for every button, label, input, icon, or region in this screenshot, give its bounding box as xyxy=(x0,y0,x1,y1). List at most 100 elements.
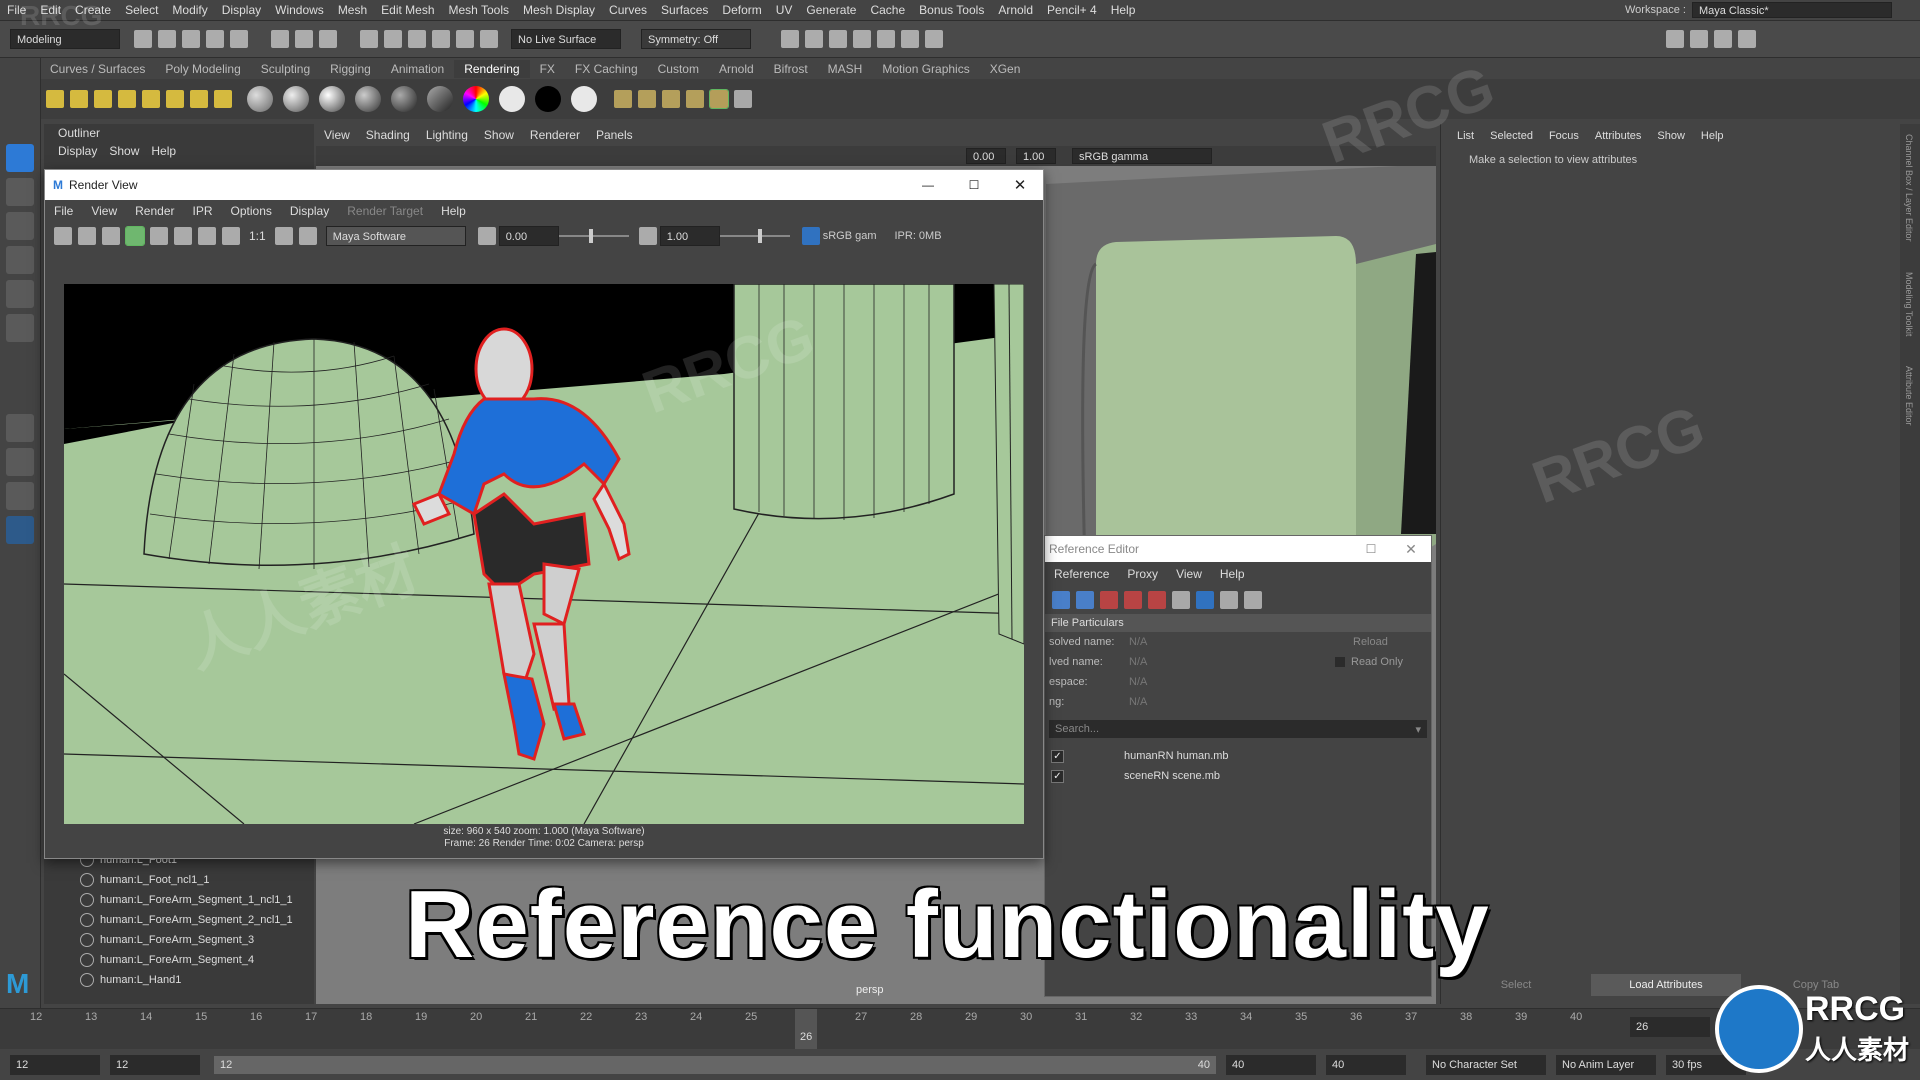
render-settings-icon[interactable] xyxy=(781,30,799,48)
renderer-dropdown[interactable]: Maya Software xyxy=(325,226,466,246)
render-region-icon[interactable] xyxy=(686,90,704,108)
render-pass-icon[interactable] xyxy=(662,90,680,108)
scale-tool-icon[interactable] xyxy=(6,314,34,342)
menu-item-mesh-tools[interactable]: Mesh Tools xyxy=(442,0,516,20)
end-time-field[interactable]: 40 xyxy=(1326,1055,1406,1075)
exposure-slider[interactable] xyxy=(558,229,629,243)
viewport-menu-show[interactable]: Show xyxy=(476,124,522,146)
select-component-icon[interactable] xyxy=(319,30,337,48)
channel-menu-focus[interactable]: Focus xyxy=(1541,130,1587,142)
layout-icon-2[interactable] xyxy=(1690,30,1708,48)
channel-box-side-tab[interactable]: Channel Box / Layer Editor xyxy=(1904,134,1914,242)
menu-item-windows[interactable]: Windows xyxy=(268,0,331,20)
channel-menu-help[interactable]: Help xyxy=(1693,130,1732,142)
pause-ipr-icon[interactable] xyxy=(925,30,943,48)
menu-item-pencil-4[interactable]: Pencil+ 4 xyxy=(1040,0,1104,20)
read-only-checkbox[interactable]: Read Only xyxy=(1335,656,1403,668)
menu-item-bonus-tools[interactable]: Bonus Tools xyxy=(912,0,991,20)
snap-view-icon[interactable] xyxy=(432,30,450,48)
outliner-menu-display[interactable]: Display xyxy=(52,144,103,158)
paint-select-tool-icon[interactable] xyxy=(6,212,34,240)
current-time-marker[interactable] xyxy=(795,1009,817,1049)
render-view-icon[interactable] xyxy=(805,30,823,48)
gamma-slider[interactable] xyxy=(719,229,790,243)
select-button[interactable]: Select xyxy=(1441,979,1591,991)
playback-end-field[interactable]: 40 xyxy=(1226,1055,1316,1075)
two-view-layout-icon[interactable] xyxy=(6,482,34,510)
shelf-tab-poly-modeling[interactable]: Poly Modeling xyxy=(155,60,250,78)
viewport-gamma-field[interactable]: 1.00 xyxy=(1016,148,1056,164)
render-sequence-icon[interactable] xyxy=(901,30,919,48)
viewport-menu-lighting[interactable]: Lighting xyxy=(418,124,476,146)
namespace-view-icon[interactable] xyxy=(1244,591,1262,609)
render-diagnostics-icon[interactable] xyxy=(734,90,752,108)
exposure-field[interactable]: 0.00 xyxy=(498,226,559,246)
outliner-item[interactable]: human:L_Foot_ncl1_1 xyxy=(80,870,310,890)
layered-shader-icon[interactable] xyxy=(427,86,453,112)
playback-start-field[interactable]: 12 xyxy=(110,1055,200,1075)
viewport-menu-panels[interactable]: Panels xyxy=(588,124,641,146)
shelf-tab-fx[interactable]: FX xyxy=(530,60,565,78)
workspace-dropdown[interactable]: Maya Classic* xyxy=(1691,2,1892,18)
snap-curve-icon[interactable] xyxy=(384,30,402,48)
ratio-button[interactable]: 1:1 xyxy=(249,229,266,243)
menu-item-uv[interactable]: UV xyxy=(769,0,800,20)
snapshot-icon[interactable] xyxy=(102,227,120,245)
lambert-material-icon[interactable] xyxy=(283,86,309,112)
shelf-tab-curves-surfaces[interactable]: Curves / Surfaces xyxy=(40,60,155,78)
current-frame-field[interactable]: 26 xyxy=(1630,1017,1710,1037)
duplicate-reference-icon[interactable] xyxy=(1172,591,1190,609)
layout-icon-1[interactable] xyxy=(1666,30,1684,48)
anisotropic-material-icon[interactable] xyxy=(391,86,417,112)
modeling-toolkit-side-tab[interactable]: Modeling Toolkit xyxy=(1904,272,1914,336)
spot-light-icon[interactable] xyxy=(118,90,136,108)
render-view-menu-options[interactable]: Options xyxy=(222,200,281,222)
select-object-icon[interactable] xyxy=(295,30,313,48)
reload-reference-icon[interactable] xyxy=(1076,591,1094,609)
menu-item-generate[interactable]: Generate xyxy=(799,0,863,20)
maximize-button[interactable]: ☐ xyxy=(1351,542,1391,556)
file-view-icon[interactable] xyxy=(1220,591,1238,609)
redo-render-icon[interactable] xyxy=(54,227,72,245)
menu-item-modify[interactable]: Modify xyxy=(165,0,214,20)
history-icon[interactable] xyxy=(480,30,498,48)
viewport-exposure-field[interactable]: 0.00 xyxy=(966,148,1006,164)
reference-checkbox[interactable]: ✓ xyxy=(1051,749,1064,763)
viewport-colorspace-dropdown[interactable]: sRGB gamma xyxy=(1072,148,1212,164)
shelf-tab-arnold[interactable]: Arnold xyxy=(709,60,764,78)
menu-item-mesh[interactable]: Mesh xyxy=(331,0,374,20)
gamma-reset-icon[interactable] xyxy=(638,227,657,245)
remove-reference-icon[interactable] xyxy=(1100,591,1118,609)
mode-dropdown[interactable]: Modeling xyxy=(10,29,120,49)
menu-item-edit-mesh[interactable]: Edit Mesh xyxy=(374,0,441,20)
outliner-item[interactable]: human:L_ForeArm_Segment_1_ncl1_1 xyxy=(80,890,310,910)
point-light-icon[interactable] xyxy=(94,90,112,108)
shelf-tab-motion-graphics[interactable]: Motion Graphics xyxy=(872,60,979,78)
menu-item-display[interactable]: Display xyxy=(215,0,268,20)
menu-item-arnold[interactable]: Arnold xyxy=(991,0,1040,20)
channel-menu-show[interactable]: Show xyxy=(1649,130,1693,142)
phonge-material-icon[interactable] xyxy=(355,86,381,112)
unload-reference-icon[interactable] xyxy=(1124,591,1142,609)
move-tool-icon[interactable] xyxy=(6,246,34,274)
reference-menu-proxy[interactable]: Proxy xyxy=(1118,563,1167,585)
white-material-icon[interactable] xyxy=(571,86,597,112)
area-light-icon[interactable] xyxy=(142,90,160,108)
rgb-channels-icon[interactable] xyxy=(174,227,192,245)
save-scene-icon[interactable] xyxy=(182,30,200,48)
redo-icon[interactable] xyxy=(230,30,248,48)
exposure-reset-icon[interactable] xyxy=(477,227,496,245)
shelf-tab-mash[interactable]: MASH xyxy=(818,60,873,78)
shelf-tab-sculpting[interactable]: Sculpting xyxy=(251,60,320,78)
outliner-item[interactable]: human:L_ForeArm_Segment_3 xyxy=(80,930,310,950)
four-view-layout-icon[interactable] xyxy=(6,448,34,476)
reference-row[interactable]: ✓ sceneRN scene.mb xyxy=(1045,766,1431,786)
channel-menu-selected[interactable]: Selected xyxy=(1482,130,1541,142)
shelf-tab-bifrost[interactable]: Bifrost xyxy=(764,60,818,78)
outliner-item[interactable]: human:L_ForeArm_Segment_2_ncl1_1 xyxy=(80,910,310,930)
shelf-tab-xgen[interactable]: XGen xyxy=(980,60,1031,78)
start-time-field[interactable]: 12 xyxy=(10,1055,100,1075)
character-set-dropdown[interactable]: No Character Set xyxy=(1426,1055,1546,1075)
phong-material-icon[interactable] xyxy=(319,86,345,112)
ipr-render-icon[interactable] xyxy=(853,30,871,48)
